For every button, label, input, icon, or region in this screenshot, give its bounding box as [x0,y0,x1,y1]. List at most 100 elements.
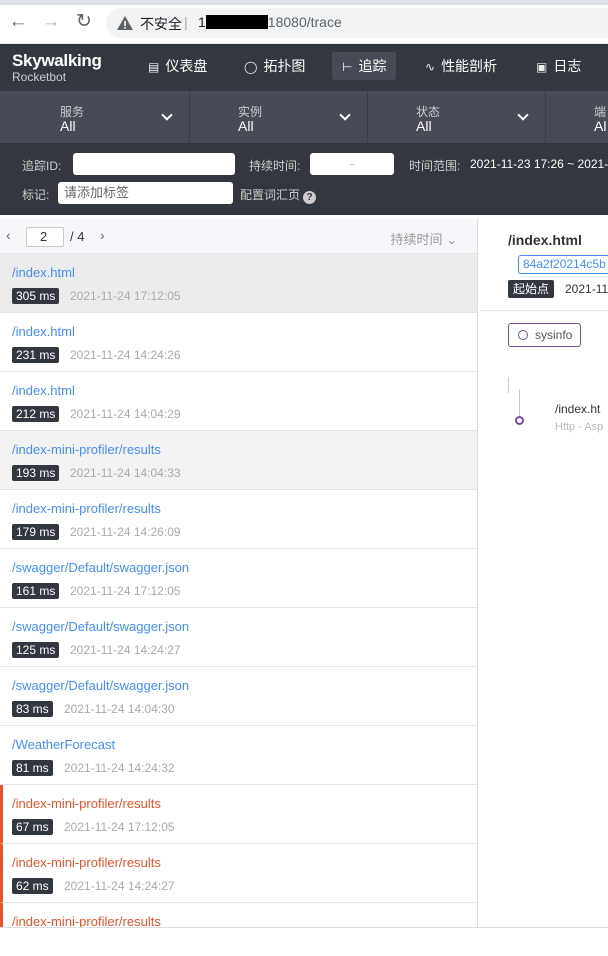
trace-duration-badge: 125 ms [12,642,60,658]
trace-duration-badge: 161 ms [12,583,60,599]
address-bar[interactable]: 不安全 | 1 18080/trace [106,8,608,38]
span-node[interactable] [515,416,524,425]
nav-topology[interactable]: ◯ 拓扑图 [234,52,315,80]
trace-start-time: 2021-11-24 14:26:09 [70,525,181,539]
trace-endpoint[interactable]: /swagger/Default/swagger.json [12,560,189,575]
time-range-picker[interactable]: 2021-11-23 17:26 ~ 2021-1 [470,157,608,171]
config-vocabulary-label: 配置词汇页 [240,188,301,202]
trace-list: /index.html 305 ms 2021-11-24 17:12:05/ind… [0,254,477,927]
chevron-down-icon [517,109,529,121]
nav-topology-label: 拓扑图 [263,58,306,74]
trace-start-time: 2021-11-24 14:24:27 [70,643,181,657]
nav-trace-label: 追踪 [358,58,387,74]
status-select[interactable]: 状态 All [369,91,546,143]
nav-profile-label: 性能剖析 [441,58,498,74]
trace-row[interactable]: /index-mini-profiler/results 67 ms 2021-11… [0,785,477,844]
back-icon[interactable]: ← [8,12,28,32]
nav-trace[interactable]: ⊢ 追踪 [332,52,397,80]
trace-row[interactable]: /index.html 212 ms 2021-11-24 14:04:29 [0,372,477,431]
security-status[interactable]: 不安全 [140,14,182,34]
trace-row[interactable]: /WeatherForecast 81 ms 2021-11-24 14:24:32 [0,726,477,785]
trace-row[interactable]: /index.html 231 ms 2021-11-24 14:24:26 [0,313,477,372]
status-bar [0,927,608,956]
chevron-down-icon [161,109,173,121]
trace-duration-badge: 305 ms [12,288,60,304]
trace-duration-badge: 83 ms [12,701,53,717]
forward-icon[interactable]: → [41,12,61,32]
trace-endpoint[interactable]: /index-mini-profiler/results [12,796,161,811]
instance-select[interactable]: 实例 All [191,91,368,143]
trace-row[interactable]: /swagger/Default/swagger.json 125 ms 2021-… [0,608,477,667]
chevron-down-icon [339,109,351,121]
trace-row[interactable]: /index-mini-profiler/results 193 ms 2021-1… [0,431,477,490]
duration-input[interactable]: - [310,153,394,175]
trace-duration-badge: 67 ms [12,819,53,835]
search-conditions: 追踪ID: 持续时间: - 时间范围: 2021-11-23 17:26 ~ 2… [0,143,608,215]
trace-endpoint[interactable]: /index.html [12,324,75,339]
trace-endpoint[interactable]: /swagger/Default/swagger.json [12,619,189,634]
url-separator: | [184,14,188,30]
trace-id-label: 追踪ID: [22,159,62,173]
tag-label: 标记: [22,188,50,202]
topology-icon: ◯ [244,60,258,74]
log-icon: ▣ [536,60,548,74]
app-header: Skywalking Rocketbot ▤ 仪表盘 ◯ 拓扑图 ⊢ 追踪 ∿ 性能剖析… [0,44,608,91]
trace-row[interactable]: /index-mini-profiler/results 179 ms 2021-1… [0,490,477,549]
trace-start-time: 2021-11-24 14:24:26 [70,348,181,362]
sort-select[interactable]: 持续时间 ⌄ [390,229,457,248]
trace-duration-badge: 62 ms [12,878,53,894]
trace-endpoint[interactable]: /index.html [12,265,75,280]
reload-icon[interactable]: ↻ [74,12,94,32]
trace-endpoint[interactable]: /index-mini-profiler/results [12,501,161,516]
trace-endpoint[interactable]: /swagger/Default/swagger.json [12,678,189,693]
trace-row[interactable]: /index.html 305 ms 2021-11-24 17:12:05 [0,254,477,313]
nav-dashboard-label: 仪表盘 [165,58,208,74]
trace-icon: ⊢ [342,60,353,74]
url-text[interactable]: 1 18080/trace [198,14,342,30]
config-vocabulary-link[interactable]: 配置词汇页? [240,186,317,204]
trace-id-badge[interactable]: 84a2f20214c5b [518,255,608,274]
url-prefix: 1 [198,14,206,30]
span-name[interactable]: /index.ht [555,402,600,416]
trace-endpoint[interactable]: /WeatherForecast [12,737,115,752]
logo[interactable]: Skywalking Rocketbot [12,52,102,85]
trace-row[interactable]: /swagger/Default/swagger.json 83 ms 2021-1… [0,667,477,726]
duration-label: 持续时间: [249,159,301,173]
service-select-value: All [60,118,76,134]
trace-id-input[interactable] [73,153,235,175]
profile-icon: ∿ [425,60,436,74]
tag-input[interactable]: 请添加标签 [58,182,233,204]
span-type: Http - Asp [555,421,604,433]
status-select-value: All [416,118,432,134]
service-select[interactable]: 服务 All [12,91,190,143]
trace-duration-badge: 179 ms [12,524,60,540]
page-number-input[interactable]: 2 [26,227,64,247]
page-total: / 4 [70,229,85,244]
url-suffix: 18080/trace [267,14,342,30]
trace-endpoint[interactable]: /index-mini-profiler/results [12,855,161,870]
next-page-icon[interactable]: › [100,227,105,243]
trace-row[interactable]: /index-mini-profiler/results 62 ms 2021-11… [0,844,477,903]
prev-page-icon[interactable]: ‹ [6,227,11,243]
trace-row[interactable]: /swagger/Default/swagger.json 161 ms 2021-… [0,549,477,608]
trace-list-panel: ‹ 2 / 4 › 持续时间 ⌄ /index.html 305 ms 2021-1… [0,219,478,927]
trace-start-time: 2021-11-24 14:04:30 [64,702,175,716]
service-tag[interactable]: sysinfo [508,323,582,347]
trace-duration-badge: 212 ms [12,406,60,422]
nav-log-label: 日志 [553,58,582,74]
browser-tab-strip [0,0,608,5]
nav-dashboard[interactable]: ▤ 仪表盘 [138,52,217,80]
trace-detail-panel: /index.html 84a2f20214c5b 起始点 2021-11 sy… [479,219,608,927]
sort-select-label: 持续时间 [390,232,443,247]
nav-log[interactable]: ▣ 日志 [526,52,591,80]
trace-endpoint[interactable]: /index-mini-profiler/results [12,442,161,457]
trace-row[interactable]: /index-mini-profiler/results [0,903,477,927]
browser-toolbar: ← → ↻ 不安全 | 1 18080/trace [0,0,608,44]
chevron-down-icon: ⌄ [446,232,457,247]
trace-duration-badge: 193 ms [12,465,60,481]
trace-endpoint[interactable]: /index.html [12,383,75,398]
help-icon[interactable]: ? [303,191,317,204]
endpoint-select[interactable]: 端 Al [547,91,608,143]
nav-profile[interactable]: ∿ 性能剖析 [415,52,507,80]
trace-endpoint[interactable]: /index-mini-profiler/results [12,914,161,927]
